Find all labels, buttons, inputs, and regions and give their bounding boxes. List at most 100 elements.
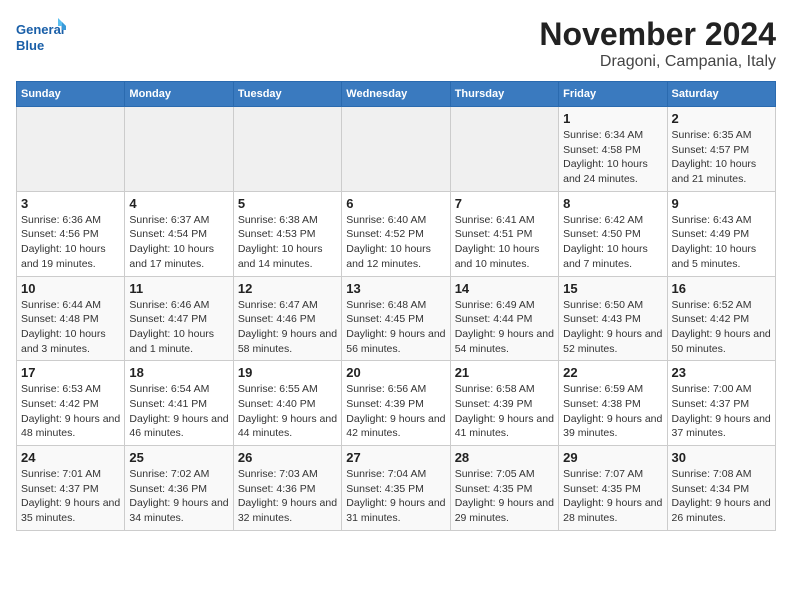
day-number: 24 bbox=[21, 450, 120, 465]
day-info: Sunrise: 6:52 AM Sunset: 4:42 PM Dayligh… bbox=[672, 298, 771, 357]
day-info: Sunrise: 6:44 AM Sunset: 4:48 PM Dayligh… bbox=[21, 298, 120, 357]
weekday-header-friday: Friday bbox=[559, 82, 667, 107]
day-info: Sunrise: 6:34 AM Sunset: 4:58 PM Dayligh… bbox=[563, 128, 662, 187]
day-info: Sunrise: 6:38 AM Sunset: 4:53 PM Dayligh… bbox=[238, 213, 337, 272]
calendar-week-1: 1 Sunrise: 6:34 AM Sunset: 4:58 PM Daylig… bbox=[17, 107, 776, 192]
calendar-cell: 5 Sunrise: 6:38 AM Sunset: 4:53 PM Daylig… bbox=[233, 191, 341, 276]
calendar-cell: 4Sunrise: 6:37 AM Sunset: 4:54 PM Daylig… bbox=[125, 191, 233, 276]
day-number: 20 bbox=[346, 365, 445, 380]
calendar-table: SundayMondayTuesdayWednesdayThursdayFrid… bbox=[16, 81, 776, 531]
calendar-cell: 7 Sunrise: 6:41 AM Sunset: 4:51 PM Daylig… bbox=[450, 191, 558, 276]
calendar-cell: 28 Sunrise: 7:05 AM Sunset: 4:35 PM Dayli… bbox=[450, 446, 558, 531]
day-info: Sunrise: 6:35 AM Sunset: 4:57 PM Dayligh… bbox=[672, 128, 771, 187]
day-info: Sunrise: 6:54 AM Sunset: 4:41 PM Dayligh… bbox=[129, 382, 228, 441]
day-info: Sunrise: 7:05 AM Sunset: 4:35 PM Dayligh… bbox=[455, 467, 554, 526]
day-number: 21 bbox=[455, 365, 554, 380]
day-info: Sunrise: 7:08 AM Sunset: 4:34 PM Dayligh… bbox=[672, 467, 771, 526]
day-info: Sunrise: 6:42 AM Sunset: 4:50 PM Dayligh… bbox=[563, 213, 662, 272]
calendar-cell bbox=[342, 107, 450, 192]
calendar-week-3: 10 Sunrise: 6:44 AM Sunset: 4:48 PM Dayli… bbox=[17, 276, 776, 361]
day-info: Sunrise: 6:43 AM Sunset: 4:49 PM Dayligh… bbox=[672, 213, 771, 272]
svg-text:Blue: Blue bbox=[16, 38, 44, 53]
day-number: 10 bbox=[21, 281, 120, 296]
weekday-header-monday: Monday bbox=[125, 82, 233, 107]
calendar-cell: 21 Sunrise: 6:58 AM Sunset: 4:39 PM Dayli… bbox=[450, 361, 558, 446]
calendar-cell: 23 Sunrise: 7:00 AM Sunset: 4:37 PM Dayli… bbox=[667, 361, 775, 446]
calendar-cell: 22 Sunrise: 6:59 AM Sunset: 4:38 PM Dayli… bbox=[559, 361, 667, 446]
day-number: 7 bbox=[455, 196, 554, 211]
day-info: Sunrise: 6:56 AM Sunset: 4:39 PM Dayligh… bbox=[346, 382, 445, 441]
day-number: 28 bbox=[455, 450, 554, 465]
weekday-header-thursday: Thursday bbox=[450, 82, 558, 107]
calendar-cell: 19Sunrise: 6:55 AM Sunset: 4:40 PM Dayli… bbox=[233, 361, 341, 446]
day-number: 22 bbox=[563, 365, 662, 380]
day-number: 6 bbox=[346, 196, 445, 211]
day-number: 5 bbox=[238, 196, 337, 211]
calendar-week-4: 17Sunrise: 6:53 AM Sunset: 4:42 PM Dayli… bbox=[17, 361, 776, 446]
calendar-cell: 17Sunrise: 6:53 AM Sunset: 4:42 PM Dayli… bbox=[17, 361, 125, 446]
calendar-cell: 24 Sunrise: 7:01 AM Sunset: 4:37 PM Dayli… bbox=[17, 446, 125, 531]
weekday-header-tuesday: Tuesday bbox=[233, 82, 341, 107]
day-number: 14 bbox=[455, 281, 554, 296]
calendar-cell bbox=[125, 107, 233, 192]
calendar-cell: 20 Sunrise: 6:56 AM Sunset: 4:39 PM Dayli… bbox=[342, 361, 450, 446]
day-number: 25 bbox=[129, 450, 228, 465]
calendar-cell bbox=[450, 107, 558, 192]
header: General Blue November 2024 Dragoni, Camp… bbox=[16, 16, 776, 71]
day-info: Sunrise: 7:04 AM Sunset: 4:35 PM Dayligh… bbox=[346, 467, 445, 526]
day-number: 4 bbox=[129, 196, 228, 211]
calendar-cell: 10 Sunrise: 6:44 AM Sunset: 4:48 PM Dayli… bbox=[17, 276, 125, 361]
day-number: 30 bbox=[672, 450, 771, 465]
calendar-cell: 15 Sunrise: 6:50 AM Sunset: 4:43 PM Dayli… bbox=[559, 276, 667, 361]
day-number: 3 bbox=[21, 196, 120, 211]
day-number: 13 bbox=[346, 281, 445, 296]
day-info: Sunrise: 7:00 AM Sunset: 4:37 PM Dayligh… bbox=[672, 382, 771, 441]
calendar-cell: 13 Sunrise: 6:48 AM Sunset: 4:45 PM Dayli… bbox=[342, 276, 450, 361]
day-number: 23 bbox=[672, 365, 771, 380]
calendar-cell: 18Sunrise: 6:54 AM Sunset: 4:41 PM Dayli… bbox=[125, 361, 233, 446]
day-info: Sunrise: 6:59 AM Sunset: 4:38 PM Dayligh… bbox=[563, 382, 662, 441]
calendar-cell bbox=[17, 107, 125, 192]
day-info: Sunrise: 6:58 AM Sunset: 4:39 PM Dayligh… bbox=[455, 382, 554, 441]
calendar-cell: 9 Sunrise: 6:43 AM Sunset: 4:49 PM Daylig… bbox=[667, 191, 775, 276]
day-info: Sunrise: 6:47 AM Sunset: 4:46 PM Dayligh… bbox=[238, 298, 337, 357]
weekday-header-wednesday: Wednesday bbox=[342, 82, 450, 107]
day-info: Sunrise: 6:49 AM Sunset: 4:44 PM Dayligh… bbox=[455, 298, 554, 357]
weekday-header-row: SundayMondayTuesdayWednesdayThursdayFrid… bbox=[17, 82, 776, 107]
calendar-cell: 29 Sunrise: 7:07 AM Sunset: 4:35 PM Dayli… bbox=[559, 446, 667, 531]
calendar-cell: 1 Sunrise: 6:34 AM Sunset: 4:58 PM Daylig… bbox=[559, 107, 667, 192]
day-info: Sunrise: 7:03 AM Sunset: 4:36 PM Dayligh… bbox=[238, 467, 337, 526]
calendar-cell: 3 Sunrise: 6:36 AM Sunset: 4:56 PM Daylig… bbox=[17, 191, 125, 276]
calendar-week-5: 24 Sunrise: 7:01 AM Sunset: 4:37 PM Dayli… bbox=[17, 446, 776, 531]
calendar-cell: 11Sunrise: 6:46 AM Sunset: 4:47 PM Dayli… bbox=[125, 276, 233, 361]
svg-text:General: General bbox=[16, 22, 64, 37]
calendar-cell: 14 Sunrise: 6:49 AM Sunset: 4:44 PM Dayli… bbox=[450, 276, 558, 361]
calendar-cell bbox=[233, 107, 341, 192]
day-info: Sunrise: 6:53 AM Sunset: 4:42 PM Dayligh… bbox=[21, 382, 120, 441]
day-number: 29 bbox=[563, 450, 662, 465]
calendar-cell: 30 Sunrise: 7:08 AM Sunset: 4:34 PM Dayli… bbox=[667, 446, 775, 531]
calendar-subtitle: Dragoni, Campania, Italy bbox=[539, 53, 776, 71]
day-number: 1 bbox=[563, 111, 662, 126]
day-number: 16 bbox=[672, 281, 771, 296]
logo: General Blue bbox=[16, 16, 66, 61]
day-info: Sunrise: 6:48 AM Sunset: 4:45 PM Dayligh… bbox=[346, 298, 445, 357]
calendar-week-2: 3 Sunrise: 6:36 AM Sunset: 4:56 PM Daylig… bbox=[17, 191, 776, 276]
title-area: November 2024 Dragoni, Campania, Italy bbox=[539, 16, 776, 71]
calendar-cell: 26Sunrise: 7:03 AM Sunset: 4:36 PM Dayli… bbox=[233, 446, 341, 531]
day-number: 11 bbox=[129, 281, 228, 296]
day-number: 15 bbox=[563, 281, 662, 296]
day-number: 2 bbox=[672, 111, 771, 126]
day-info: Sunrise: 6:36 AM Sunset: 4:56 PM Dayligh… bbox=[21, 213, 120, 272]
calendar-cell: 6 Sunrise: 6:40 AM Sunset: 4:52 PM Daylig… bbox=[342, 191, 450, 276]
day-info: Sunrise: 7:01 AM Sunset: 4:37 PM Dayligh… bbox=[21, 467, 120, 526]
weekday-header-sunday: Sunday bbox=[17, 82, 125, 107]
day-info: Sunrise: 7:07 AM Sunset: 4:35 PM Dayligh… bbox=[563, 467, 662, 526]
day-info: Sunrise: 7:02 AM Sunset: 4:36 PM Dayligh… bbox=[129, 467, 228, 526]
day-number: 9 bbox=[672, 196, 771, 211]
day-info: Sunrise: 6:50 AM Sunset: 4:43 PM Dayligh… bbox=[563, 298, 662, 357]
day-info: Sunrise: 6:40 AM Sunset: 4:52 PM Dayligh… bbox=[346, 213, 445, 272]
calendar-cell: 2 Sunrise: 6:35 AM Sunset: 4:57 PM Daylig… bbox=[667, 107, 775, 192]
day-info: Sunrise: 6:41 AM Sunset: 4:51 PM Dayligh… bbox=[455, 213, 554, 272]
day-number: 12 bbox=[238, 281, 337, 296]
